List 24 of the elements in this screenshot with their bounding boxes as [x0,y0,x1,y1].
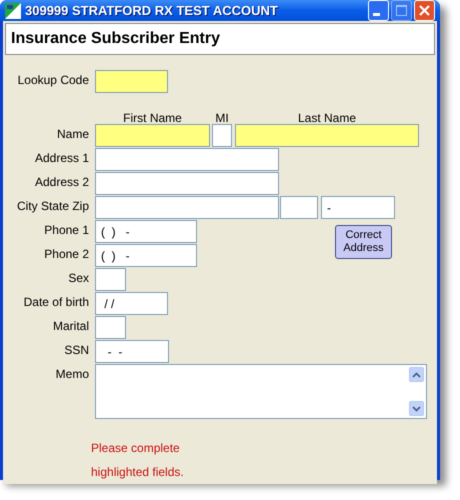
field-label: SSN [63,342,89,359]
field-label: Address 1 [34,150,89,167]
column-heading: Last Name [296,112,358,124]
field-label: Phone 2 [43,246,89,263]
input-field[interactable]: - [321,196,395,219]
input-field[interactable]: - - [95,340,169,363]
validation-message: Please complete highlighted fields. [91,441,184,479]
field-label: Marital [52,318,89,335]
correct-address-button[interactable]: Correct Address [335,225,392,259]
field-label: City State Zip [16,198,89,215]
field-label: Lookup Code [16,72,89,89]
field-label: Memo [54,366,89,383]
field-label: Name [56,126,89,143]
field-label: Phone 1 [43,222,89,239]
field-label: Sex [67,270,89,287]
column-heading: MI [214,112,230,124]
form-title: Insurance Subscriber Entry [11,29,220,49]
field-label: Date of birth [22,294,89,311]
field-label: Address 2 [34,174,89,191]
window-title: 309999 STRATFORD RX TEST ACCOUNT [25,2,279,20]
input-field[interactable]: ( ) - [95,220,197,243]
input-field[interactable]: / / [95,292,168,315]
input-field[interactable]: ( ) - [95,244,197,267]
column-heading: First Name [122,112,183,124]
